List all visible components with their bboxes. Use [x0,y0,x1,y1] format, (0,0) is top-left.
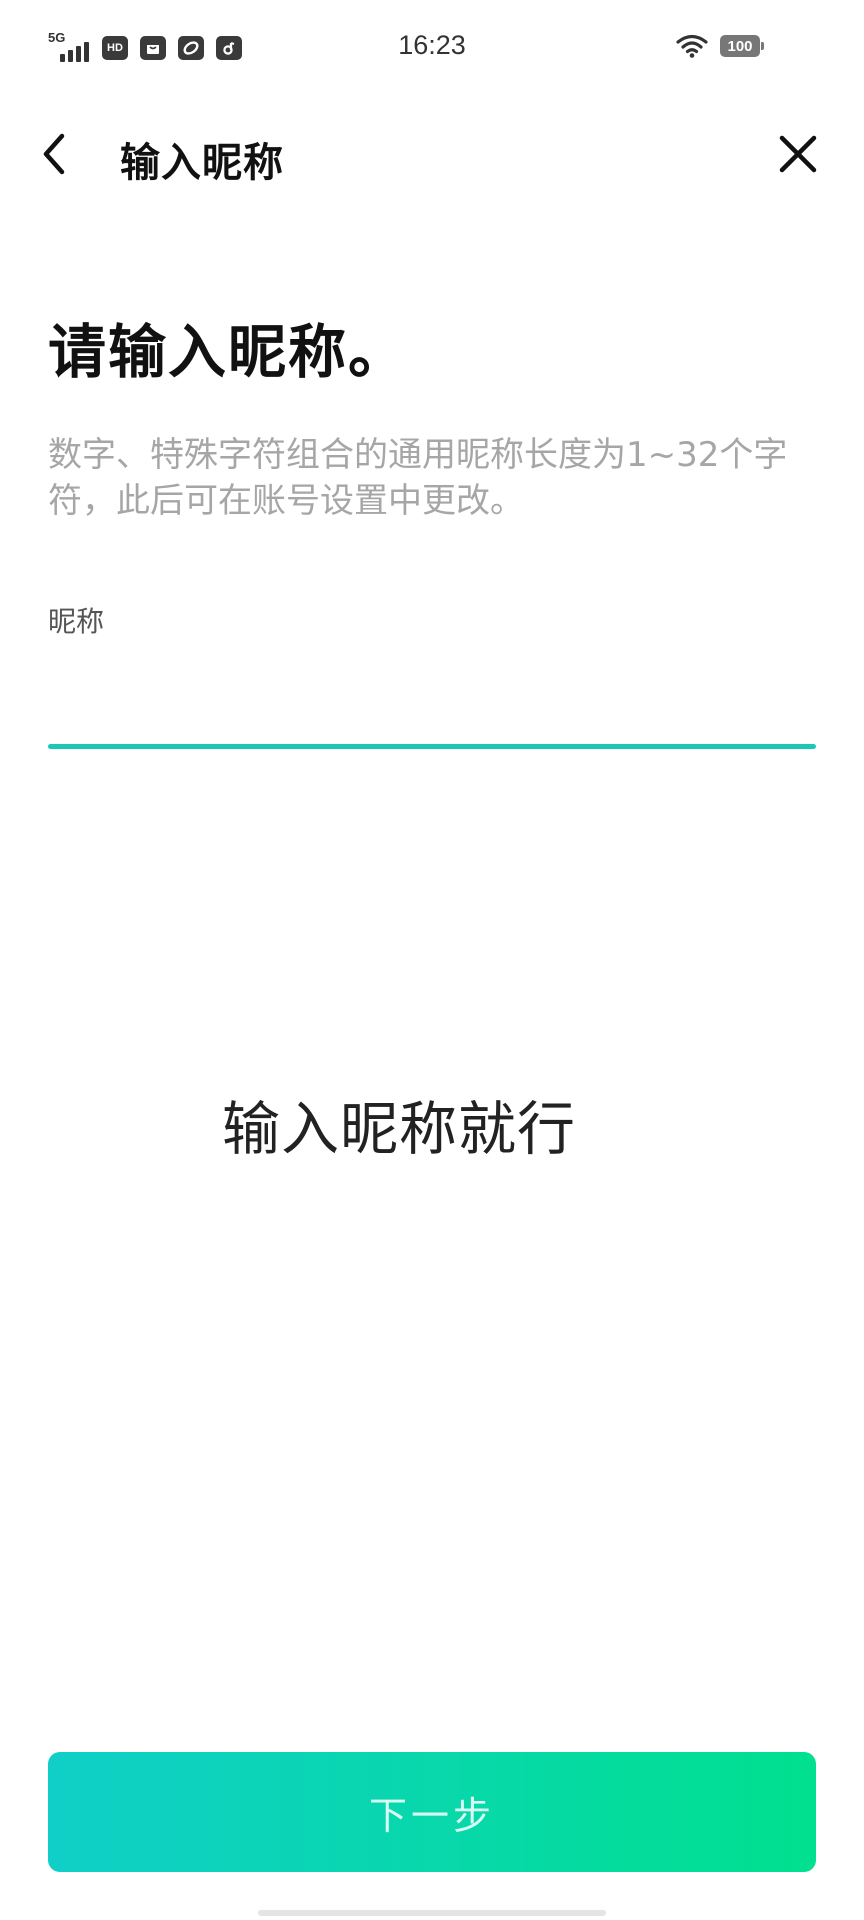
nickname-screen: 5G HD 16:23 100 输入昵称 请输入昵称。 数字、特殊字符组合的通用… [0,0,864,1920]
nickname-rules-description: 数字、特殊字符组合的通用昵称长度为1~32个字符，此后可在账号设置中更改。 [48,435,788,521]
nickname-field-label: 昵称 [48,605,105,638]
wifi-icon [676,34,708,58]
overlay-caption: 输入昵称就行 [222,1095,577,1163]
status-bar-right: 100 [676,34,764,58]
nickname-input[interactable] [48,672,816,742]
input-underline [48,744,816,749]
chevron-left-icon [43,133,65,175]
app-header: 输入昵称 [0,110,864,200]
battery-level: 100 [727,37,753,55]
back-button[interactable] [30,128,82,180]
header-title: 输入昵称 [120,140,284,186]
page-title: 请输入昵称。 [48,318,409,386]
home-indicator[interactable] [258,1910,606,1916]
status-bar: 5G HD 16:23 100 [0,0,864,100]
battery-icon: 100 [720,35,764,57]
next-step-button[interactable]: 下一步 [48,1752,816,1872]
close-icon [779,135,817,173]
close-button[interactable] [772,128,824,180]
